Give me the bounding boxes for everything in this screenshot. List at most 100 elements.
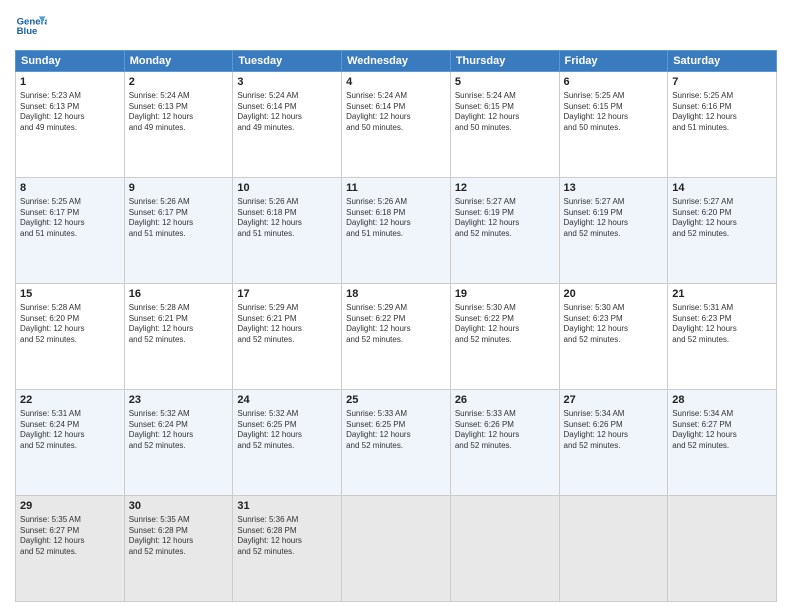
day-info: Sunrise: 5:24 AM Sunset: 6:13 PM Dayligh…: [129, 91, 229, 134]
day-number: 7: [672, 75, 772, 90]
calendar-cell: 2Sunrise: 5:24 AM Sunset: 6:13 PM Daylig…: [124, 72, 233, 178]
day-number: 10: [237, 181, 337, 196]
calendar-cell: [342, 496, 451, 602]
day-number: 2: [129, 75, 229, 90]
calendar-body: 1Sunrise: 5:23 AM Sunset: 6:13 PM Daylig…: [16, 72, 777, 602]
calendar-cell: 31Sunrise: 5:36 AM Sunset: 6:28 PM Dayli…: [233, 496, 342, 602]
day-number: 20: [564, 287, 664, 302]
calendar: SundayMondayTuesdayWednesdayThursdayFrid…: [15, 50, 777, 602]
header: General Blue: [15, 10, 777, 42]
calendar-cell: 27Sunrise: 5:34 AM Sunset: 6:26 PM Dayli…: [559, 390, 668, 496]
calendar-week-4: 22Sunrise: 5:31 AM Sunset: 6:24 PM Dayli…: [16, 390, 777, 496]
day-info: Sunrise: 5:30 AM Sunset: 6:23 PM Dayligh…: [564, 303, 664, 346]
day-info: Sunrise: 5:23 AM Sunset: 6:13 PM Dayligh…: [20, 91, 120, 134]
calendar-cell: 13Sunrise: 5:27 AM Sunset: 6:19 PM Dayli…: [559, 178, 668, 284]
day-info: Sunrise: 5:24 AM Sunset: 6:14 PM Dayligh…: [237, 91, 337, 134]
logo: General Blue: [15, 10, 47, 42]
day-info: Sunrise: 5:33 AM Sunset: 6:26 PM Dayligh…: [455, 409, 555, 452]
day-info: Sunrise: 5:36 AM Sunset: 6:28 PM Dayligh…: [237, 515, 337, 558]
day-info: Sunrise: 5:28 AM Sunset: 6:21 PM Dayligh…: [129, 303, 229, 346]
calendar-week-3: 15Sunrise: 5:28 AM Sunset: 6:20 PM Dayli…: [16, 284, 777, 390]
calendar-cell: 12Sunrise: 5:27 AM Sunset: 6:19 PM Dayli…: [450, 178, 559, 284]
day-info: Sunrise: 5:32 AM Sunset: 6:25 PM Dayligh…: [237, 409, 337, 452]
day-number: 11: [346, 181, 446, 196]
calendar-cell: 10Sunrise: 5:26 AM Sunset: 6:18 PM Dayli…: [233, 178, 342, 284]
day-number: 30: [129, 499, 229, 514]
day-info: Sunrise: 5:31 AM Sunset: 6:23 PM Dayligh…: [672, 303, 772, 346]
calendar-header-sunday: Sunday: [16, 51, 125, 72]
calendar-cell: 5Sunrise: 5:24 AM Sunset: 6:15 PM Daylig…: [450, 72, 559, 178]
day-info: Sunrise: 5:31 AM Sunset: 6:24 PM Dayligh…: [20, 409, 120, 452]
calendar-cell: 17Sunrise: 5:29 AM Sunset: 6:21 PM Dayli…: [233, 284, 342, 390]
calendar-header-monday: Monday: [124, 51, 233, 72]
day-info: Sunrise: 5:32 AM Sunset: 6:24 PM Dayligh…: [129, 409, 229, 452]
day-info: Sunrise: 5:30 AM Sunset: 6:22 PM Dayligh…: [455, 303, 555, 346]
day-info: Sunrise: 5:26 AM Sunset: 6:17 PM Dayligh…: [129, 197, 229, 240]
calendar-cell: [450, 496, 559, 602]
day-number: 16: [129, 287, 229, 302]
day-info: Sunrise: 5:29 AM Sunset: 6:21 PM Dayligh…: [237, 303, 337, 346]
calendar-cell: 19Sunrise: 5:30 AM Sunset: 6:22 PM Dayli…: [450, 284, 559, 390]
calendar-cell: 11Sunrise: 5:26 AM Sunset: 6:18 PM Dayli…: [342, 178, 451, 284]
day-info: Sunrise: 5:33 AM Sunset: 6:25 PM Dayligh…: [346, 409, 446, 452]
calendar-week-1: 1Sunrise: 5:23 AM Sunset: 6:13 PM Daylig…: [16, 72, 777, 178]
calendar-cell: 26Sunrise: 5:33 AM Sunset: 6:26 PM Dayli…: [450, 390, 559, 496]
day-number: 14: [672, 181, 772, 196]
logo-icon: General Blue: [15, 10, 47, 42]
calendar-cell: [559, 496, 668, 602]
calendar-cell: 14Sunrise: 5:27 AM Sunset: 6:20 PM Dayli…: [668, 178, 777, 284]
day-info: Sunrise: 5:34 AM Sunset: 6:26 PM Dayligh…: [564, 409, 664, 452]
day-info: Sunrise: 5:24 AM Sunset: 6:15 PM Dayligh…: [455, 91, 555, 134]
day-info: Sunrise: 5:27 AM Sunset: 6:19 PM Dayligh…: [455, 197, 555, 240]
day-info: Sunrise: 5:35 AM Sunset: 6:27 PM Dayligh…: [20, 515, 120, 558]
day-number: 21: [672, 287, 772, 302]
day-number: 12: [455, 181, 555, 196]
calendar-cell: 6Sunrise: 5:25 AM Sunset: 6:15 PM Daylig…: [559, 72, 668, 178]
day-number: 22: [20, 393, 120, 408]
day-number: 5: [455, 75, 555, 90]
calendar-cell: 30Sunrise: 5:35 AM Sunset: 6:28 PM Dayli…: [124, 496, 233, 602]
calendar-week-2: 8Sunrise: 5:25 AM Sunset: 6:17 PM Daylig…: [16, 178, 777, 284]
day-number: 8: [20, 181, 120, 196]
calendar-header-row: SundayMondayTuesdayWednesdayThursdayFrid…: [16, 51, 777, 72]
calendar-cell: 28Sunrise: 5:34 AM Sunset: 6:27 PM Dayli…: [668, 390, 777, 496]
day-number: 15: [20, 287, 120, 302]
day-number: 28: [672, 393, 772, 408]
day-info: Sunrise: 5:25 AM Sunset: 6:15 PM Dayligh…: [564, 91, 664, 134]
calendar-cell: [668, 496, 777, 602]
calendar-cell: 25Sunrise: 5:33 AM Sunset: 6:25 PM Dayli…: [342, 390, 451, 496]
calendar-cell: 8Sunrise: 5:25 AM Sunset: 6:17 PM Daylig…: [16, 178, 125, 284]
day-info: Sunrise: 5:25 AM Sunset: 6:16 PM Dayligh…: [672, 91, 772, 134]
calendar-cell: 23Sunrise: 5:32 AM Sunset: 6:24 PM Dayli…: [124, 390, 233, 496]
day-number: 25: [346, 393, 446, 408]
calendar-cell: 18Sunrise: 5:29 AM Sunset: 6:22 PM Dayli…: [342, 284, 451, 390]
day-number: 13: [564, 181, 664, 196]
day-number: 23: [129, 393, 229, 408]
calendar-week-5: 29Sunrise: 5:35 AM Sunset: 6:27 PM Dayli…: [16, 496, 777, 602]
calendar-cell: 21Sunrise: 5:31 AM Sunset: 6:23 PM Dayli…: [668, 284, 777, 390]
calendar-cell: 15Sunrise: 5:28 AM Sunset: 6:20 PM Dayli…: [16, 284, 125, 390]
day-number: 26: [455, 393, 555, 408]
day-number: 6: [564, 75, 664, 90]
day-info: Sunrise: 5:24 AM Sunset: 6:14 PM Dayligh…: [346, 91, 446, 134]
calendar-cell: 16Sunrise: 5:28 AM Sunset: 6:21 PM Dayli…: [124, 284, 233, 390]
calendar-header-friday: Friday: [559, 51, 668, 72]
calendar-cell: 4Sunrise: 5:24 AM Sunset: 6:14 PM Daylig…: [342, 72, 451, 178]
day-info: Sunrise: 5:27 AM Sunset: 6:19 PM Dayligh…: [564, 197, 664, 240]
calendar-cell: 3Sunrise: 5:24 AM Sunset: 6:14 PM Daylig…: [233, 72, 342, 178]
day-info: Sunrise: 5:27 AM Sunset: 6:20 PM Dayligh…: [672, 197, 772, 240]
day-number: 24: [237, 393, 337, 408]
day-info: Sunrise: 5:28 AM Sunset: 6:20 PM Dayligh…: [20, 303, 120, 346]
calendar-cell: 1Sunrise: 5:23 AM Sunset: 6:13 PM Daylig…: [16, 72, 125, 178]
day-number: 31: [237, 499, 337, 514]
day-number: 27: [564, 393, 664, 408]
calendar-cell: 24Sunrise: 5:32 AM Sunset: 6:25 PM Dayli…: [233, 390, 342, 496]
calendar-header-wednesday: Wednesday: [342, 51, 451, 72]
day-number: 3: [237, 75, 337, 90]
day-number: 1: [20, 75, 120, 90]
day-info: Sunrise: 5:25 AM Sunset: 6:17 PM Dayligh…: [20, 197, 120, 240]
page: General Blue SundayMondayTuesdayWednesda…: [0, 0, 792, 612]
calendar-header-tuesday: Tuesday: [233, 51, 342, 72]
day-number: 4: [346, 75, 446, 90]
day-info: Sunrise: 5:29 AM Sunset: 6:22 PM Dayligh…: [346, 303, 446, 346]
